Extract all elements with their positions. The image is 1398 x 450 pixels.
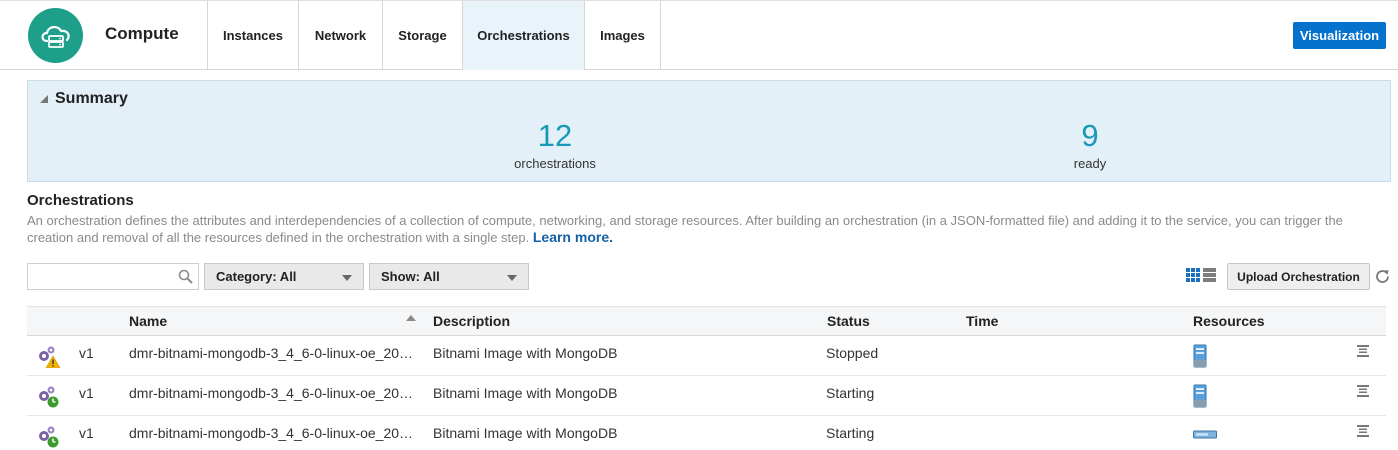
app-title: Compute bbox=[105, 24, 179, 43]
section-description: An orchestration defines the attributes … bbox=[27, 212, 1389, 246]
row-description: Bitnami Image with MongoDB bbox=[433, 385, 618, 401]
metric-value: 12 bbox=[537, 118, 573, 153]
gears-clock-icon bbox=[39, 386, 59, 408]
app-header: Compute Instances Network Storage Orches… bbox=[0, 0, 1398, 70]
description-text: An orchestration defines the attributes … bbox=[27, 213, 1343, 245]
storage-volume-icon[interactable] bbox=[1193, 430, 1217, 440]
row-actions-menu-icon[interactable] bbox=[1356, 344, 1370, 358]
sort-ascending-icon[interactable] bbox=[406, 315, 416, 321]
gears-clock-icon bbox=[39, 426, 59, 448]
search-field[interactable] bbox=[27, 263, 199, 290]
cloud-server-icon bbox=[28, 8, 83, 63]
server-tower-icon[interactable] bbox=[1193, 344, 1207, 368]
header-resources[interactable]: Resources bbox=[1193, 313, 1265, 329]
row-version: v1 bbox=[79, 345, 94, 361]
summary-title-label: Summary bbox=[55, 90, 128, 107]
category-dropdown[interactable]: Category: All bbox=[204, 263, 364, 290]
table-row[interactable]: v1 dmr-bitnami-mongodb-3_4_6-0-linux-oe_… bbox=[27, 336, 1386, 376]
row-actions-menu-icon[interactable] bbox=[1356, 424, 1370, 438]
row-name[interactable]: dmr-bitnami-mongodb-3_4_6-0-linux-oe_20… bbox=[129, 425, 413, 441]
header-description[interactable]: Description bbox=[433, 313, 510, 329]
summary-panel: Summary 12 orchestrations 9 ready bbox=[27, 80, 1391, 182]
metric-orchestrations: 12 orchestrations bbox=[485, 118, 625, 172]
row-version: v1 bbox=[79, 425, 94, 441]
row-description: Bitnami Image with MongoDB bbox=[433, 425, 618, 441]
chevron-down-icon bbox=[342, 275, 352, 281]
metric-label: ready bbox=[1073, 156, 1107, 171]
show-dropdown[interactable]: Show: All bbox=[369, 263, 529, 290]
row-status: Starting bbox=[826, 425, 875, 441]
view-toggle-icon[interactable] bbox=[1186, 268, 1216, 283]
row-description: Bitnami Image with MongoDB bbox=[433, 345, 618, 361]
tab-images[interactable]: Images bbox=[584, 1, 661, 70]
table-row[interactable]: v1 dmr-bitnami-mongodb-3_4_6-0-linux-oe_… bbox=[27, 376, 1386, 416]
collapse-triangle-icon bbox=[40, 95, 48, 103]
row-name[interactable]: dmr-bitnami-mongodb-3_4_6-0-linux-oe_20… bbox=[129, 345, 413, 361]
visualization-button[interactable]: Visualization bbox=[1293, 22, 1386, 49]
server-tower-icon[interactable] bbox=[1193, 384, 1207, 408]
search-icon[interactable] bbox=[178, 269, 193, 284]
metric-value: 9 bbox=[1081, 118, 1099, 153]
table-header: Name Description Status Time Resources bbox=[27, 306, 1386, 336]
metric-ready: 9 ready bbox=[1040, 118, 1140, 172]
tab-instances[interactable]: Instances bbox=[207, 1, 298, 70]
summary-toggle[interactable]: Summary bbox=[40, 90, 128, 108]
row-name[interactable]: dmr-bitnami-mongodb-3_4_6-0-linux-oe_20… bbox=[129, 385, 413, 401]
learn-more-link[interactable]: Learn more. bbox=[533, 229, 613, 245]
gears-warning-icon bbox=[39, 346, 60, 368]
refresh-icon[interactable] bbox=[1374, 268, 1391, 285]
tab-network[interactable]: Network bbox=[298, 1, 382, 70]
section-title: Orchestrations bbox=[27, 192, 134, 209]
nav-tabs: Instances Network Storage Orchestrations… bbox=[207, 1, 661, 70]
header-status[interactable]: Status bbox=[827, 313, 870, 329]
category-dropdown-label: Category: All bbox=[216, 269, 297, 284]
header-name[interactable]: Name bbox=[129, 313, 167, 329]
show-dropdown-label: Show: All bbox=[381, 269, 440, 284]
row-status: Stopped bbox=[826, 345, 879, 361]
row-version: v1 bbox=[79, 385, 94, 401]
row-actions-menu-icon[interactable] bbox=[1356, 384, 1370, 398]
upload-orchestration-button[interactable]: Upload Orchestration bbox=[1227, 263, 1370, 290]
tab-storage[interactable]: Storage bbox=[382, 1, 462, 70]
row-status: Starting bbox=[826, 385, 875, 401]
metric-label: orchestrations bbox=[514, 156, 596, 171]
table-row[interactable]: v1 dmr-bitnami-mongodb-3_4_6-0-linux-oe_… bbox=[27, 416, 1386, 450]
chevron-down-icon bbox=[507, 275, 517, 281]
tab-orchestrations[interactable]: Orchestrations bbox=[462, 1, 584, 70]
header-time[interactable]: Time bbox=[966, 313, 998, 329]
